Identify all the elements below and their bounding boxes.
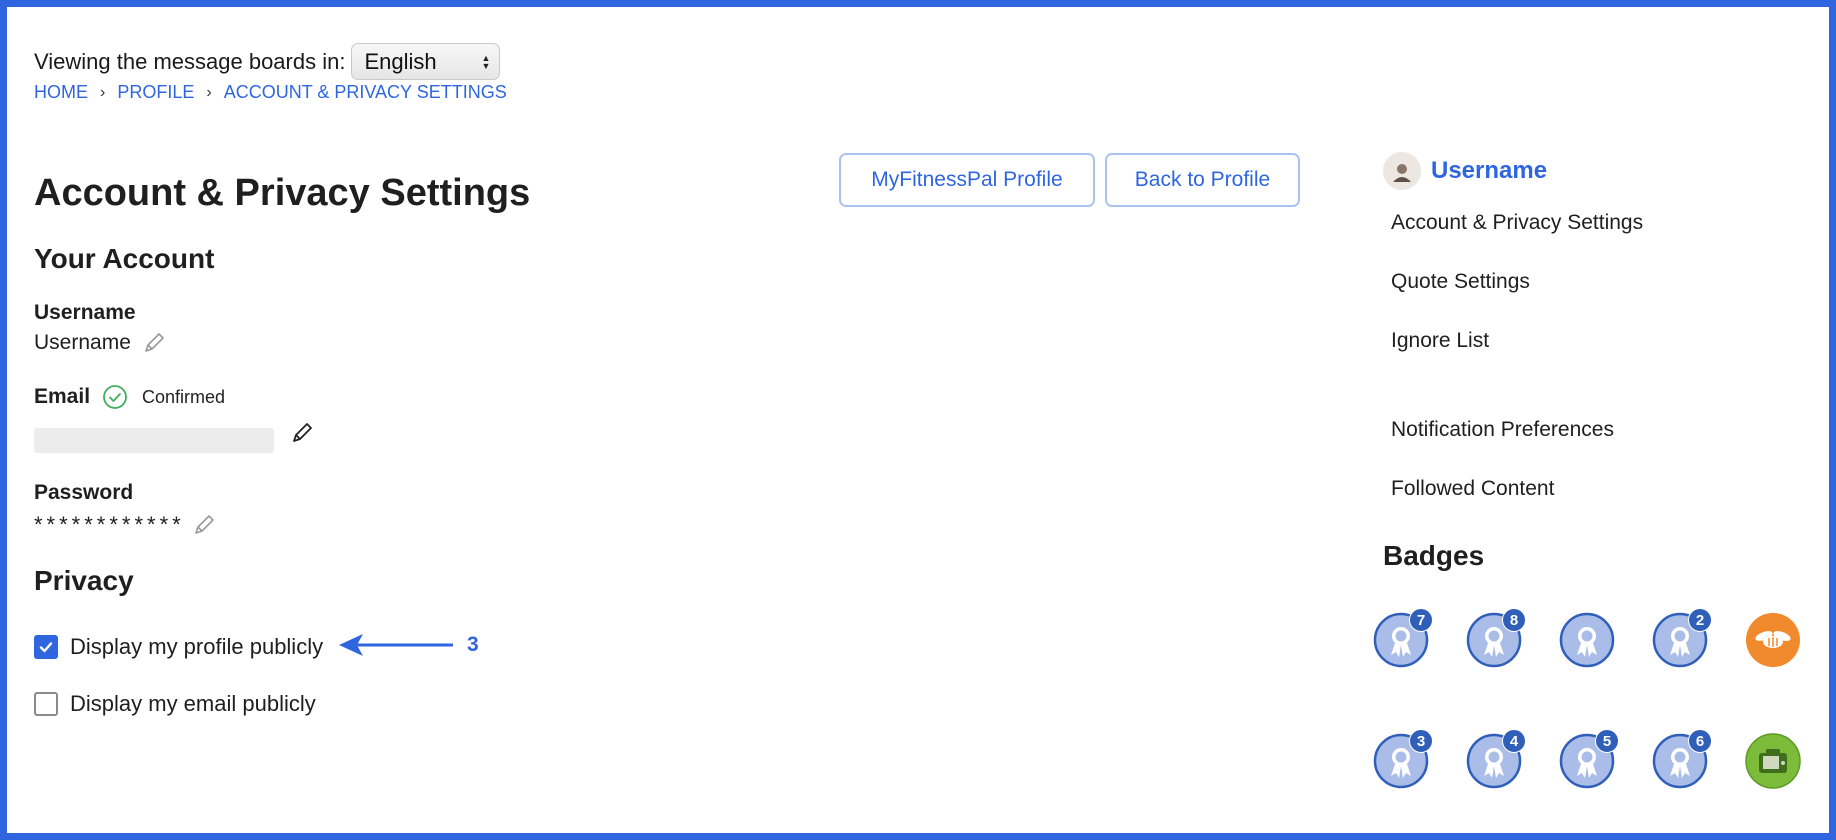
annotation-number: 3 — [467, 633, 479, 656]
email-value-redacted — [34, 428, 274, 453]
profile-public-checkbox[interactable] — [34, 635, 58, 659]
ribbon-badge[interactable]: 2 — [1652, 608, 1712, 668]
username-value: Username — [34, 331, 131, 354]
sidebar-item-followed-content[interactable]: Followed Content — [1391, 477, 1554, 501]
page-title: Account & Privacy Settings — [34, 172, 531, 214]
username-label: Username — [34, 301, 136, 324]
ribbon-icon — [1373, 612, 1429, 672]
language-row: Viewing the message boards in: English ▲… — [34, 43, 501, 80]
ribbon-icon — [1559, 733, 1615, 793]
badge-count: 6 — [1688, 729, 1712, 753]
ribbon-icon — [1466, 612, 1522, 672]
badge-count: 2 — [1688, 608, 1712, 632]
camera-icon — [1745, 733, 1801, 793]
ribbon-icon — [1652, 612, 1708, 672]
email-public-checkbox[interactable] — [34, 692, 58, 716]
privacy-heading: Privacy — [34, 565, 134, 596]
ribbon-icon — [1652, 733, 1708, 793]
privacy-option-email[interactable]: Display my email publicly — [34, 691, 316, 717]
check-circle-icon — [103, 385, 127, 409]
edit-username-pencil-icon[interactable] — [141, 330, 167, 356]
username-row: Username — [34, 330, 167, 356]
ribbon-badge[interactable]: 4 — [1466, 729, 1526, 789]
badge-count: 7 — [1409, 608, 1433, 632]
breadcrumb-profile[interactable]: PROFILE — [117, 82, 194, 103]
badges-heading: Badges — [1383, 540, 1485, 571]
email-status: Confirmed — [142, 386, 226, 407]
checkmark-icon — [39, 642, 53, 653]
your-account-heading: Your Account — [34, 243, 215, 274]
arrow-left-icon — [339, 634, 453, 656]
email-row: Email Confirmed — [34, 384, 225, 410]
sidebar-item-account-privacy[interactable]: Account & Privacy Settings — [1391, 211, 1643, 235]
edit-email-pencil-icon[interactable] — [289, 420, 315, 446]
breadcrumb-home[interactable]: HOME — [34, 82, 88, 103]
ribbon-badge[interactable]: 5 — [1559, 729, 1619, 789]
mfp-profile-button[interactable]: MyFitnessPal Profile — [839, 153, 1095, 207]
badge-count: 4 — [1502, 729, 1526, 753]
ribbon-badge[interactable] — [1559, 612, 1615, 668]
sidebar-item-notification-preferences[interactable]: Notification Preferences — [1391, 418, 1614, 442]
edit-password-pencil-icon[interactable] — [191, 512, 217, 538]
ribbon-badge[interactable]: 6 — [1652, 729, 1712, 789]
annotation-marker: 3 — [337, 631, 479, 659]
email-confirmed-badge: Confirmed — [102, 384, 225, 410]
password-label: Password — [34, 481, 134, 504]
ribbon-icon — [1559, 612, 1615, 672]
profile-public-label: Display my profile publicly — [70, 634, 324, 659]
select-arrows-icon: ▲ ▼ — [481, 52, 491, 71]
ribbon-icon — [1373, 733, 1429, 793]
badge-count: 8 — [1502, 608, 1526, 632]
ribbon-icon — [1466, 733, 1522, 793]
email-label: Email — [34, 385, 91, 408]
breadcrumb-separator: › — [100, 83, 106, 101]
password-value: ************ — [34, 512, 185, 537]
camera-badge[interactable] — [1745, 733, 1801, 789]
breadcrumb-separator: › — [206, 83, 212, 101]
avatar — [1383, 152, 1421, 190]
sidebar-item-ignore-list[interactable]: Ignore List — [1391, 329, 1489, 353]
language-selected: English — [364, 48, 437, 74]
password-row: ************ — [34, 512, 217, 538]
bee-icon — [1745, 613, 1801, 672]
breadcrumb-settings[interactable]: ACCOUNT & PRIVACY SETTINGS — [224, 82, 507, 103]
back-to-profile-button[interactable]: Back to Profile — [1105, 153, 1300, 207]
sidebar-user[interactable]: Username — [1383, 152, 1547, 190]
sidebar-username[interactable]: Username — [1431, 157, 1547, 185]
viewing-label: Viewing the message boards in: — [34, 48, 346, 74]
ribbon-badge[interactable]: 3 — [1373, 729, 1433, 789]
breadcrumb: HOME › PROFILE › ACCOUNT & PRIVACY SETTI… — [34, 82, 507, 103]
bee-badge[interactable] — [1745, 612, 1801, 668]
ribbon-badge[interactable]: 7 — [1373, 608, 1433, 668]
badge-count: 5 — [1595, 729, 1619, 753]
language-select[interactable]: English ▲ ▼ — [351, 43, 501, 80]
privacy-option-profile[interactable]: Display my profile publicly — [34, 634, 323, 660]
ribbon-badge[interactable]: 8 — [1466, 608, 1526, 668]
badge-count: 3 — [1409, 729, 1433, 753]
sidebar-item-quote-settings[interactable]: Quote Settings — [1391, 270, 1530, 294]
email-public-label: Display my email publicly — [70, 691, 316, 716]
